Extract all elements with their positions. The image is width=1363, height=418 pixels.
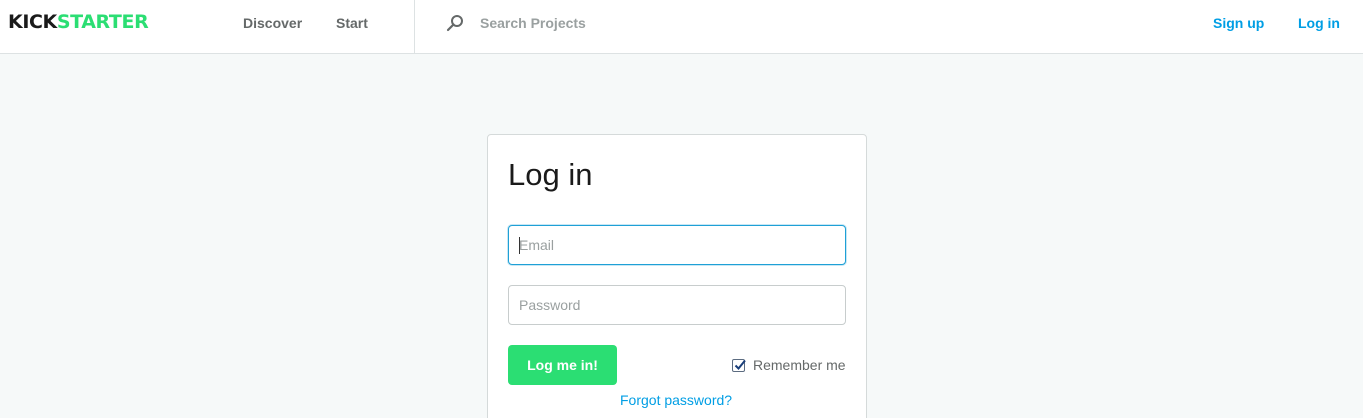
checkmark-icon <box>734 359 746 370</box>
top-navigation-bar: KICKSTARTER Discover Start Search Projec… <box>0 0 1363 54</box>
email-field[interactable] <box>508 225 846 265</box>
nav-discover-link[interactable]: Discover <box>243 15 302 31</box>
remember-me-control[interactable]: Remember me <box>732 357 846 373</box>
log-me-in-button[interactable]: Log me in! <box>508 345 617 385</box>
login-title: Log in <box>508 157 593 192</box>
remember-me-checkbox[interactable] <box>732 358 746 372</box>
text-cursor <box>519 237 520 254</box>
header-divider <box>414 0 415 53</box>
logo-part-kick: KICK <box>8 11 57 33</box>
sign-up-link[interactable]: Sign up <box>1213 15 1264 31</box>
remember-me-label: Remember me <box>753 357 846 373</box>
nav-start-link[interactable]: Start <box>336 15 368 31</box>
search-projects-input[interactable]: Search Projects <box>480 15 586 31</box>
search-icon[interactable] <box>446 14 464 32</box>
log-in-link[interactable]: Log in <box>1298 15 1340 31</box>
kickstarter-logo[interactable]: KICKSTARTER <box>8 11 149 33</box>
password-field[interactable] <box>508 285 846 325</box>
logo-part-starter: STARTER <box>56 11 149 33</box>
login-card: Log in Log me in! Remember me Forgot pas… <box>487 134 867 418</box>
forgot-password-link[interactable]: Forgot password? <box>620 392 732 408</box>
